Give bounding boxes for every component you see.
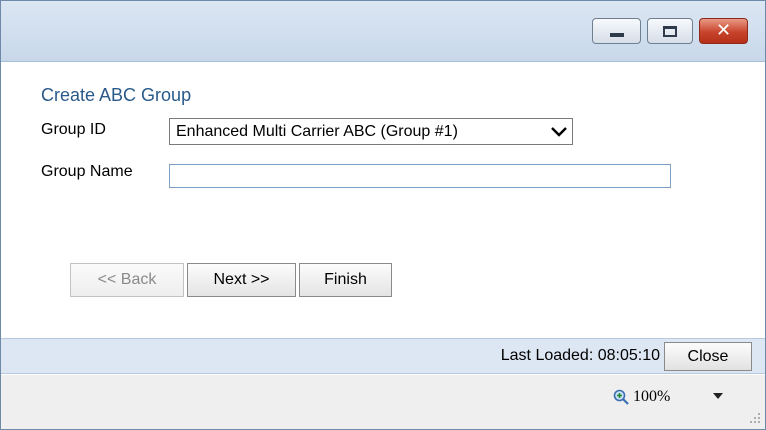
close-icon: ✕	[715, 20, 732, 41]
dialog-window: ✕ Create ABC Group Group ID Enhanced Mul…	[0, 0, 766, 430]
close-button[interactable]: Close	[664, 342, 752, 371]
maximize-icon	[663, 25, 677, 37]
page-title: Create ABC Group	[41, 85, 192, 105]
back-button[interactable]: << Back	[70, 263, 184, 297]
next-button[interactable]: Next >>	[187, 263, 296, 297]
zoom-dropdown[interactable]	[709, 387, 727, 405]
maximize-button[interactable]	[647, 18, 693, 44]
title-bar: ✕	[1, 1, 765, 62]
zoom-bar: 100%	[1, 375, 765, 429]
status-bar: Last Loaded: 08:05:10 Close	[1, 338, 765, 374]
zoom-level: 100%	[633, 388, 671, 405]
group-id-select[interactable]: Enhanced Multi Carrier ABC (Group #1)	[169, 118, 573, 145]
last-loaded-text: Last Loaded: 08:05:10	[500, 347, 660, 364]
chevron-down-icon	[546, 126, 572, 138]
close-window-button[interactable]: ✕	[699, 18, 748, 44]
minimize-button[interactable]	[592, 18, 641, 44]
zoom-icon	[613, 389, 629, 405]
finish-button[interactable]: Finish	[299, 263, 392, 297]
resize-grip-icon[interactable]	[749, 411, 761, 423]
group-name-label: Group Name	[41, 163, 133, 180]
form-area: Create ABC Group Group ID Enhanced Multi…	[1, 63, 765, 337]
group-id-selected-value: Enhanced Multi Carrier ABC (Group #1)	[176, 122, 458, 140]
group-id-label: Group ID	[41, 121, 106, 138]
group-name-field[interactable]	[169, 164, 671, 188]
minimize-icon	[609, 33, 624, 37]
